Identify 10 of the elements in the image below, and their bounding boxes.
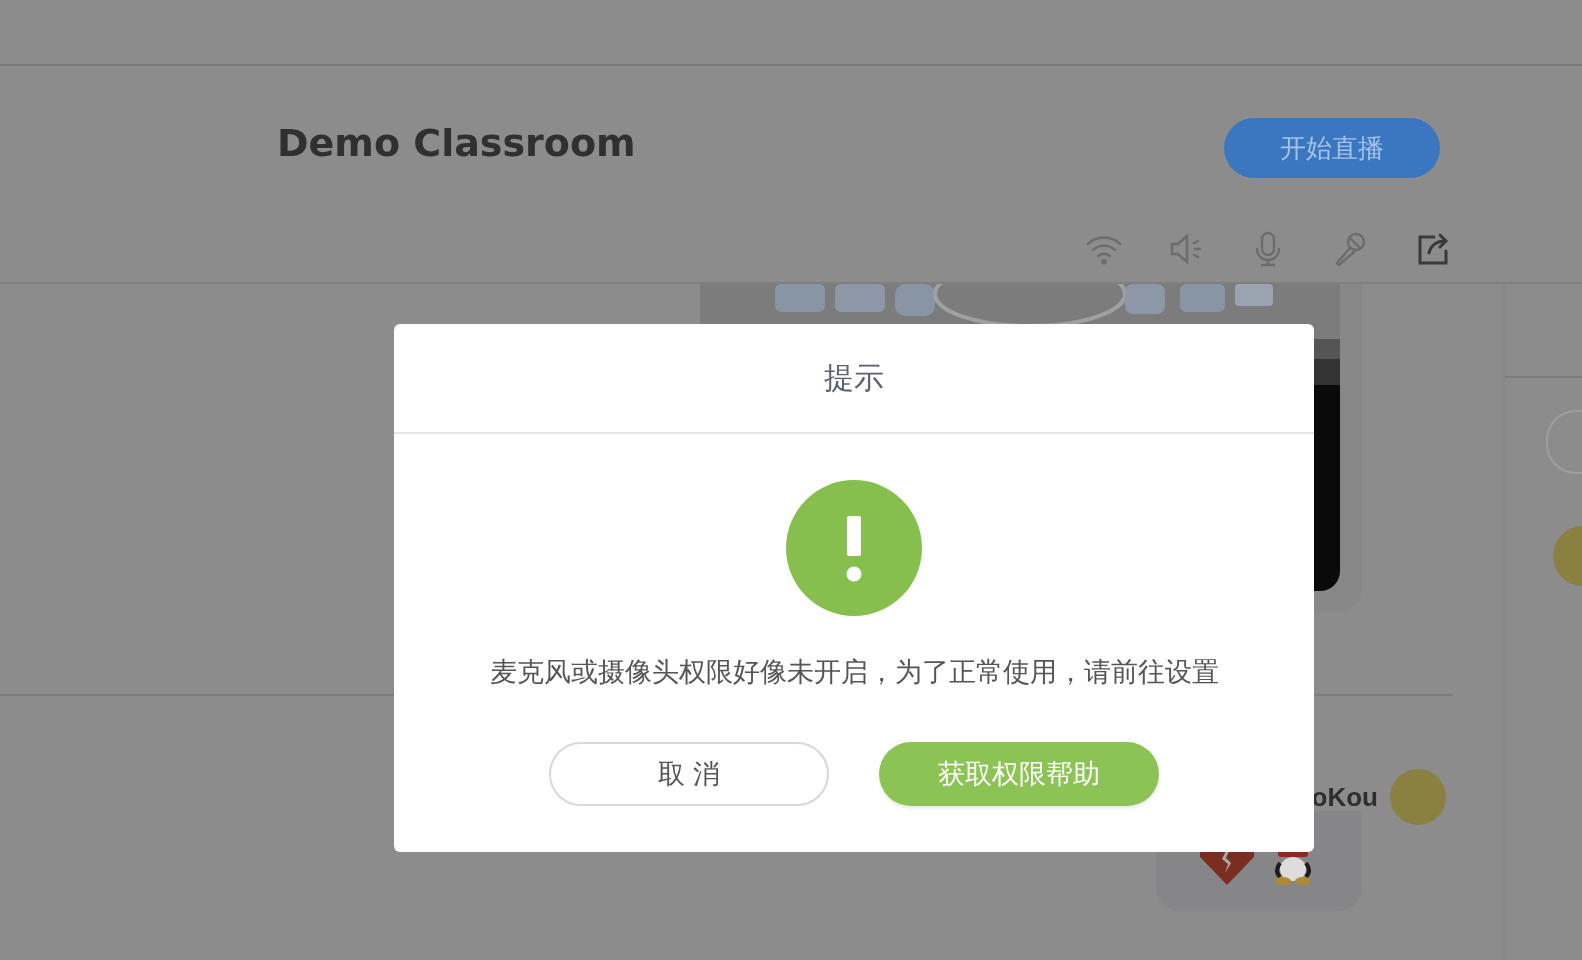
avatar bbox=[1390, 769, 1446, 825]
dialog-message: 麦克风或摄像头权限好像未开启，为了正常使用，请前往设置 bbox=[489, 655, 1219, 689]
start-live-button[interactable]: 开始直播 bbox=[1224, 118, 1440, 178]
cancel-button[interactable]: 取 消 bbox=[549, 742, 829, 806]
sender-name: oKou bbox=[1311, 781, 1378, 813]
help-button[interactable]: 获取权限帮助 bbox=[879, 742, 1159, 806]
dialog-title: 提示 bbox=[824, 358, 884, 397]
classroom-title: Demo Classroom bbox=[277, 120, 637, 167]
warning-icon bbox=[786, 480, 922, 616]
broken-heart-icon bbox=[1200, 851, 1254, 885]
